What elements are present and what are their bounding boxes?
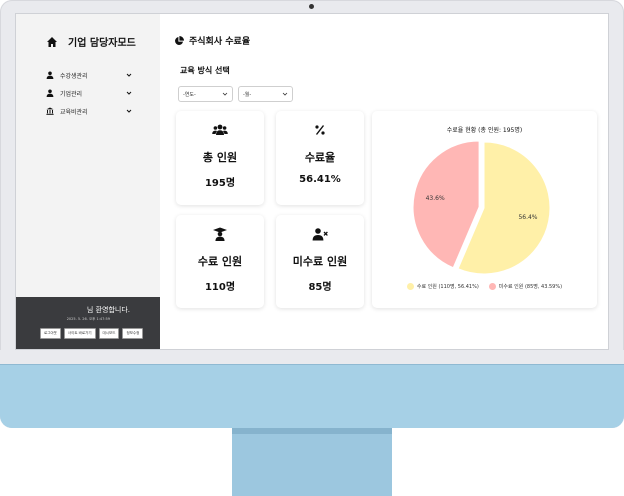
main-content: 주식회사 수료율 교육 방식 선택 -연도- -월- 총 인원 195명 수료율… xyxy=(160,14,608,349)
chart-title: 수료율 현황 (총 인원: 195명) xyxy=(446,127,523,134)
percent-icon xyxy=(315,125,325,135)
sidebar-menu: 수강생관리 기업관리 교육비관리 xyxy=(46,66,132,120)
monitor-frame: 기업 담당자모드 수강생관리 기업관리 교육비관리 님 환영합니다. 2025.… xyxy=(0,0,624,428)
chevron-down-icon xyxy=(126,91,132,95)
year-select-value: -연도- xyxy=(183,91,196,98)
stat-value: 195명 xyxy=(204,178,236,189)
stat-card-total: 총 인원 195명 xyxy=(176,111,264,205)
monitor-stand-shadow xyxy=(232,428,392,434)
legend-swatch xyxy=(406,283,414,290)
user-x-icon xyxy=(312,228,328,241)
user-icon xyxy=(46,71,54,79)
stat-value: 110명 xyxy=(204,282,236,293)
sidebar-user-panel: 님 환영합니다. 2025. 5. 26. 오후 1:47:59 로그아웃 사이… xyxy=(16,297,160,349)
pie-data-label: 56.4% xyxy=(518,214,537,221)
chevron-down-icon xyxy=(126,73,132,77)
chevron-down-icon xyxy=(126,109,132,113)
chevron-down-icon xyxy=(222,92,228,96)
stat-value: 85명 xyxy=(308,282,332,293)
legend-swatch xyxy=(488,283,496,290)
monitor-stand xyxy=(232,428,392,496)
page-title: 주식회사 수료율 xyxy=(174,34,250,47)
user-icon xyxy=(46,89,54,97)
user-button-row: 로그아웃 사이트 바로가기 대시보드 정보수정 xyxy=(40,328,144,339)
stat-card-incomplete: 미수료 인원 85명 xyxy=(276,215,364,308)
brand[interactable]: 기업 담당자모드 xyxy=(46,34,136,49)
stat-label: 수료율 xyxy=(304,151,336,164)
monitor-bezel-bottom xyxy=(0,350,624,364)
stat-label: 수료 인원 xyxy=(197,255,243,268)
stat-card-rate: 수료율 56.41% xyxy=(276,111,364,205)
screen: 기업 담당자모드 수강생관리 기업관리 교육비관리 님 환영합니다. 2025.… xyxy=(15,13,609,350)
sidebar-item-tuition[interactable]: 교육비관리 xyxy=(46,102,132,120)
graduate-icon xyxy=(213,227,227,241)
stat-value: 56.41% xyxy=(299,174,341,185)
legend-label: 미수료 인원 (85명, 43.59%) xyxy=(498,284,563,290)
edit-profile-button[interactable]: 정보수정 xyxy=(122,328,144,339)
sidebar-item-label: 수강생관리 xyxy=(60,72,88,80)
sidebar-item-label: 기업관리 xyxy=(60,90,83,98)
sidebar-item-students[interactable]: 수강생관리 xyxy=(46,66,132,84)
welcome-text: 님 환영합니다. xyxy=(86,306,130,314)
sidebar-item-label: 교육비관리 xyxy=(60,108,88,116)
stat-label: 총 인원 xyxy=(202,151,238,164)
month-select-value: -월- xyxy=(243,91,252,98)
pie-chart: 56.4% 43.6% xyxy=(412,140,551,275)
legend-item-incomplete[interactable]: 미수료 인원 (85명, 43.59%) xyxy=(488,283,563,290)
monitor-chin xyxy=(0,364,624,428)
home-icon xyxy=(47,36,57,47)
pie-chart-icon xyxy=(175,35,184,45)
camera-dot xyxy=(309,4,314,9)
bank-icon xyxy=(46,107,54,115)
users-icon xyxy=(212,124,228,135)
stat-card-completed: 수료 인원 110명 xyxy=(176,215,264,308)
sidebar-title: 기업 담당자모드 xyxy=(68,38,136,49)
stat-label: 미수료 인원 xyxy=(292,255,348,268)
imac-mockup: 기업 담당자모드 수강생관리 기업관리 교육비관리 님 환영합니다. 2025.… xyxy=(0,0,624,496)
chart-legend: 수료 인원 (110명, 56.41%) 미수료 인원 (85명, 43.59%… xyxy=(372,283,597,290)
datetime-text: 2025. 5. 26. 오후 1:47:59 xyxy=(66,317,110,321)
sidebar-item-company[interactable]: 기업관리 xyxy=(46,84,132,102)
sidebar: 기업 담당자모드 수강생관리 기업관리 교육비관리 님 환영합니다. 2025.… xyxy=(16,14,160,349)
year-select[interactable]: -연도- xyxy=(178,86,233,102)
completion-chart-card: 수료율 현황 (총 인원: 195명) 56.4% 43.6% 수료 인원 (11… xyxy=(372,111,597,308)
page-title-text: 주식회사 수료율 xyxy=(189,37,251,47)
pie-data-label: 43.6% xyxy=(426,195,445,202)
legend-label: 수료 인원 (110명, 56.41%) xyxy=(416,284,479,290)
month-select[interactable]: -월- xyxy=(238,86,293,102)
dashboard-button[interactable]: 대시보드 xyxy=(98,328,120,339)
chevron-down-icon xyxy=(282,92,288,96)
logout-button[interactable]: 로그아웃 xyxy=(40,328,61,339)
legend-item-completed[interactable]: 수료 인원 (110명, 56.41%) xyxy=(406,283,479,290)
site-link-button[interactable]: 사이트 바로가기 xyxy=(63,328,96,339)
section-label: 교육 방식 선택 xyxy=(180,66,230,75)
